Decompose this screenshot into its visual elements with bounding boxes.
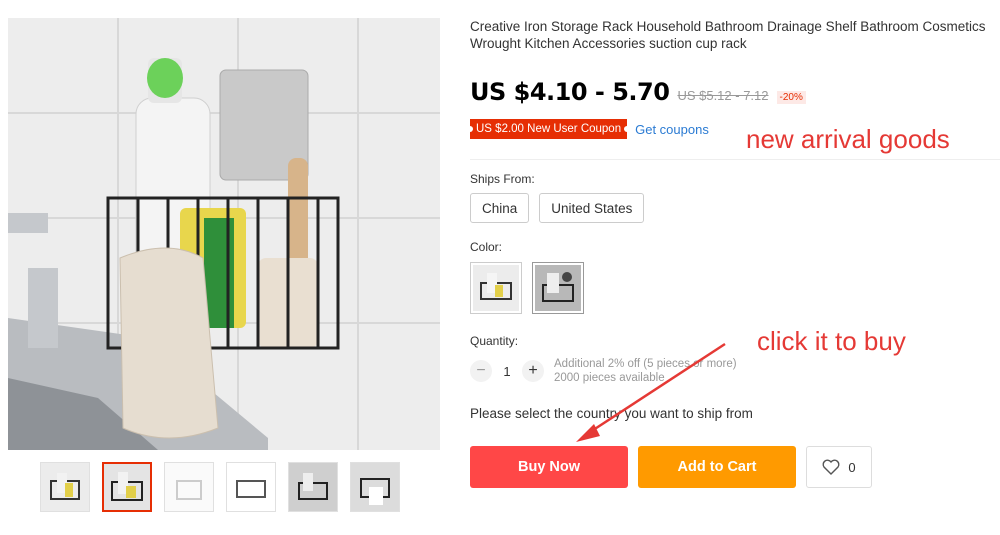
buy-now-button[interactable]: Buy Now <box>470 446 628 488</box>
thumbnail-4[interactable] <box>226 462 276 512</box>
annotation-arrow-icon <box>576 342 726 442</box>
wishlist-button[interactable]: 0 <box>806 446 872 488</box>
ship-option-united-states[interactable]: United States <box>539 193 645 223</box>
product-main-image <box>8 18 440 450</box>
ships-from-options: China United States <box>470 193 645 223</box>
coupon-row: US $2.00 New User Coupon Get coupons <box>470 119 709 139</box>
thumbnail-2[interactable] <box>102 462 152 512</box>
ship-option-china[interactable]: China <box>470 193 530 223</box>
product-title: Creative Iron Storage Rack Household Bat… <box>470 19 986 51</box>
thumbnail-3[interactable] <box>164 462 214 512</box>
quantity-label: Quantity: <box>470 334 519 348</box>
color-option-2[interactable] <box>532 262 584 314</box>
original-price: US $5.12 - 7.12 <box>677 88 769 103</box>
add-to-cart-button[interactable]: Add to Cart <box>638 446 796 488</box>
get-coupons-link[interactable]: Get coupons <box>635 122 709 137</box>
color-label: Color: <box>470 240 503 254</box>
annotation-click-to-buy: click it to buy <box>757 326 906 356</box>
thumbnail-strip <box>40 462 400 512</box>
wishlist-count: 0 <box>848 459 856 475</box>
thumbnail-6[interactable] <box>350 462 400 512</box>
discount-badge: -20% <box>776 91 806 104</box>
color-options <box>470 262 584 314</box>
quantity-value[interactable]: 1 <box>492 364 522 379</box>
current-price: US $4.10 - 5.70 <box>470 78 670 106</box>
thumbnail-1[interactable] <box>40 462 90 512</box>
quantity-decrease-button[interactable]: − <box>470 360 492 382</box>
ships-from-label: Ships From: <box>470 172 535 186</box>
new-user-coupon-badge[interactable]: US $2.00 New User Coupon <box>470 119 628 139</box>
color-option-1[interactable] <box>470 262 522 314</box>
thumbnail-5[interactable] <box>288 462 338 512</box>
price-row: US $4.10 - 5.70 US $5.12 - 7.12 -20% <box>470 78 806 106</box>
divider <box>470 159 1000 160</box>
quantity-increase-button[interactable]: + <box>522 360 544 382</box>
annotation-new-arrival: new arrival goods <box>746 124 950 154</box>
heart-icon <box>822 459 840 475</box>
